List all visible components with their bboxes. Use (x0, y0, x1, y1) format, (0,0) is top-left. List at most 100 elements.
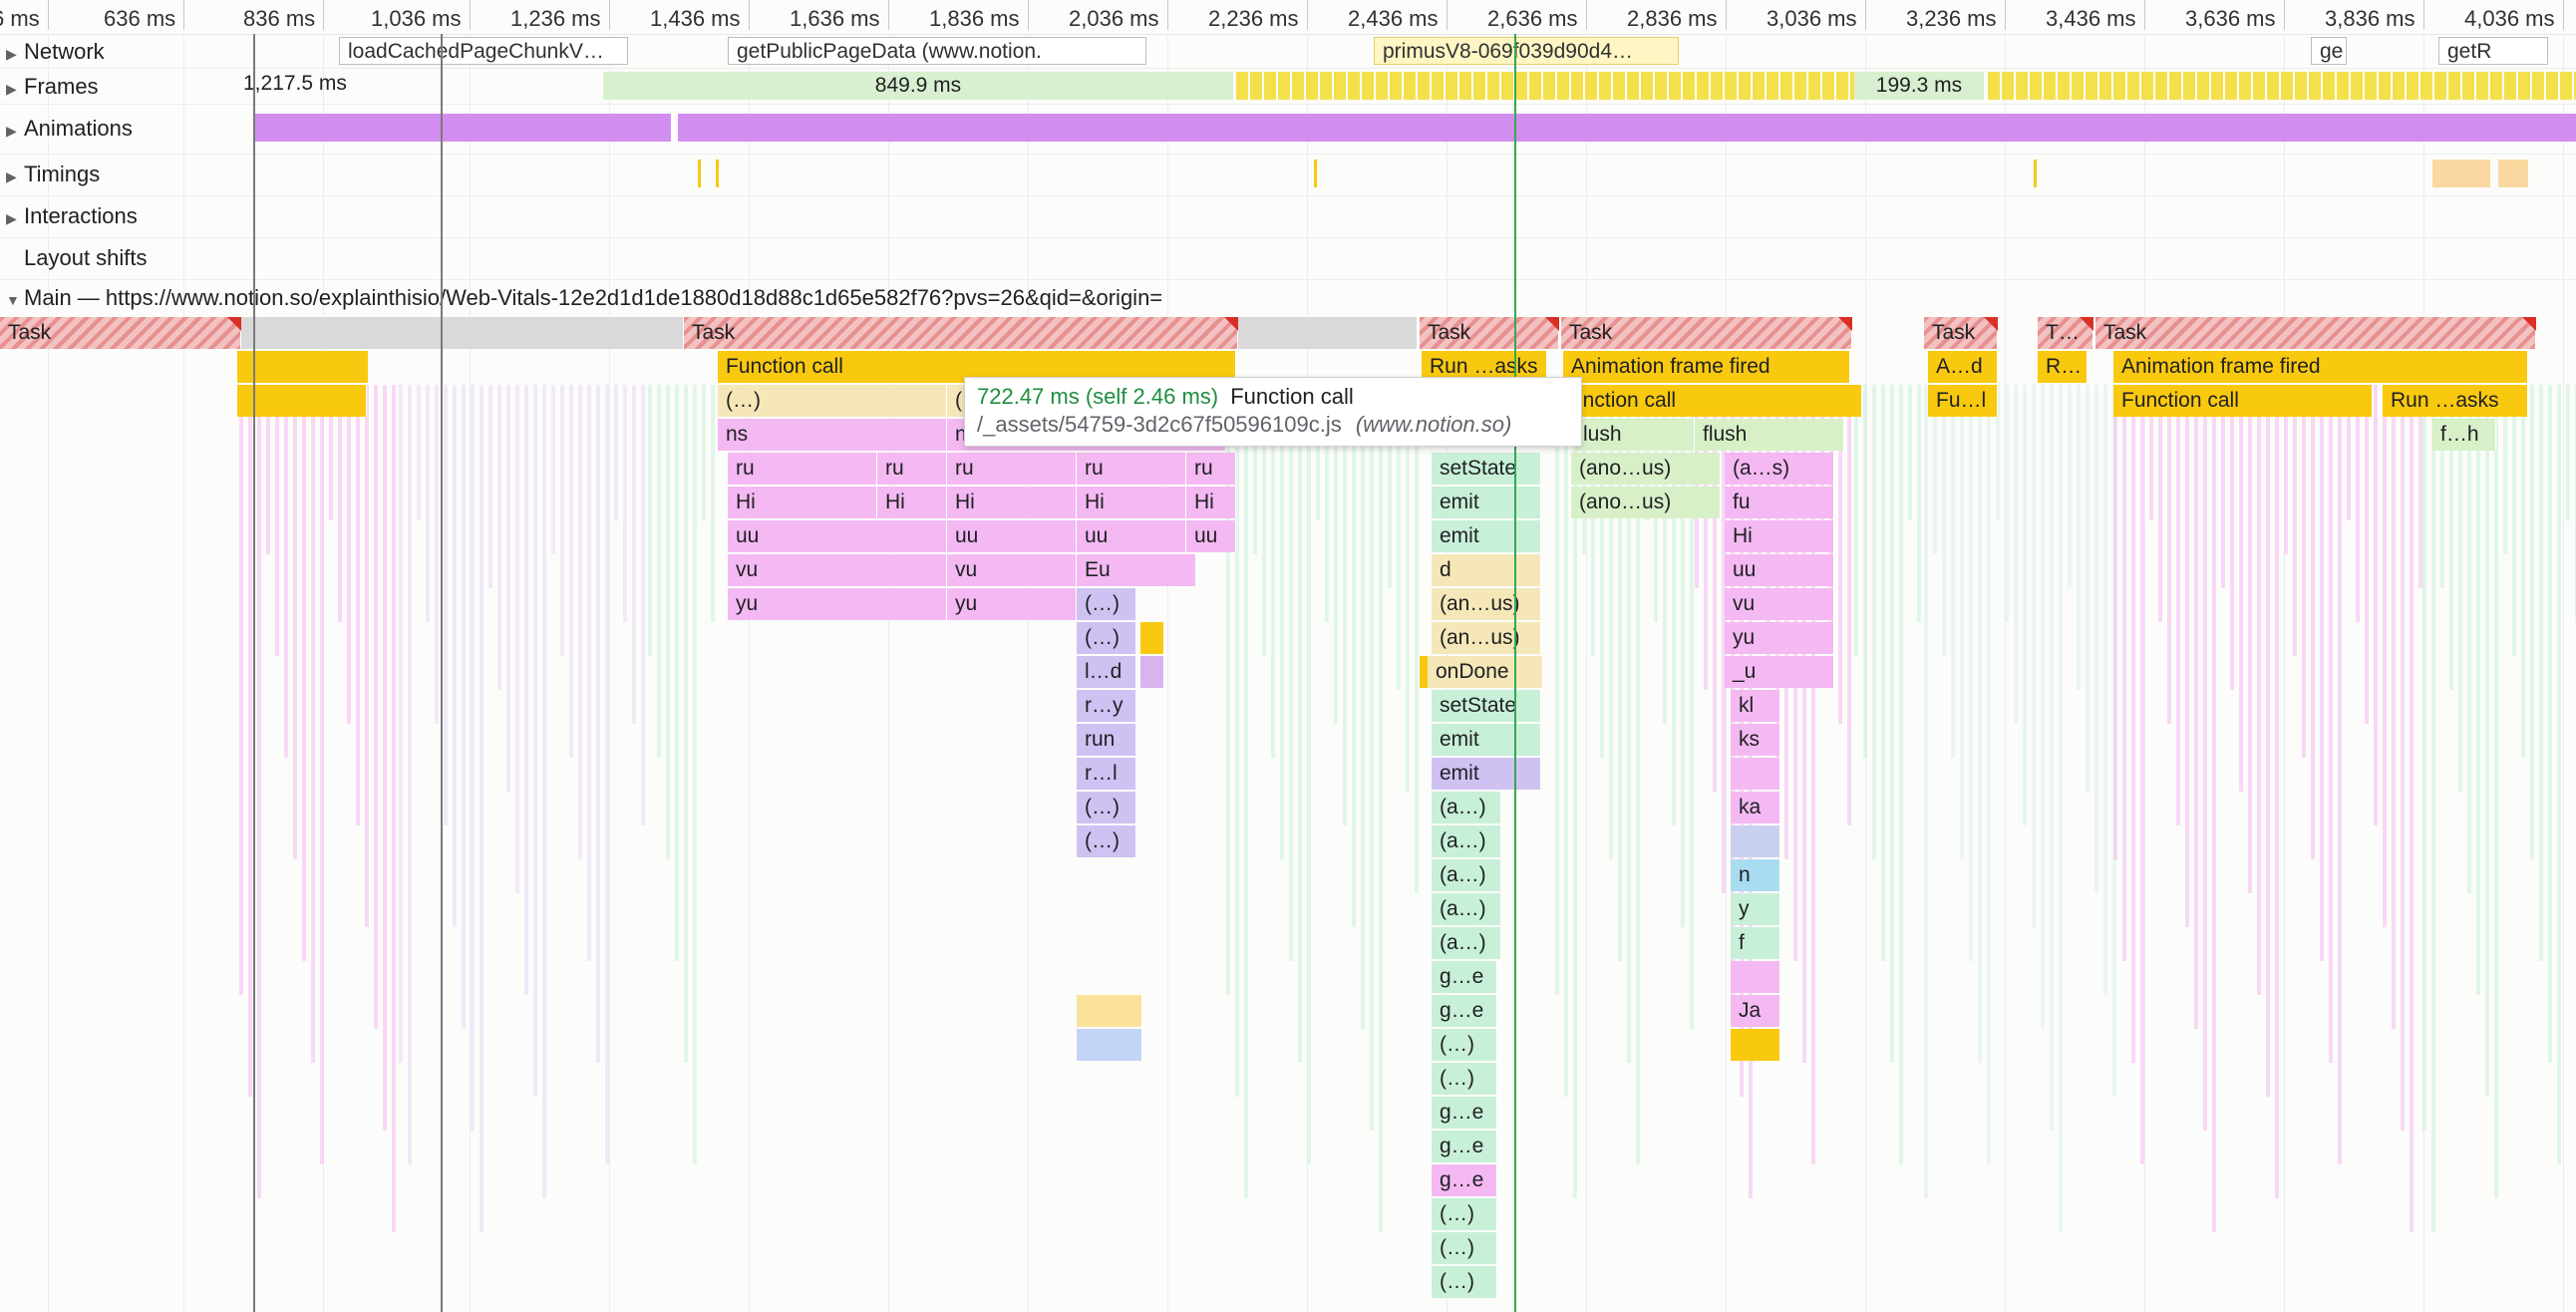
flame-event[interactable] (1140, 622, 1164, 654)
flame-event[interactable]: Task (684, 317, 1238, 349)
expand-caret-icon[interactable]: ▶ (6, 81, 24, 98)
flame-event[interactable]: run (1077, 724, 1136, 756)
flame-event[interactable]: (…) (1432, 1198, 1497, 1230)
flame-event[interactable]: f (1731, 927, 1780, 959)
flame-event[interactable]: emit (1432, 724, 1541, 756)
flame-event[interactable]: uu (1077, 520, 1186, 552)
flame-event[interactable]: Hi (1725, 520, 1834, 552)
flame-event[interactable]: Hi (728, 487, 877, 518)
collapse-caret-icon[interactable]: ▼ (6, 292, 24, 308)
flame-event[interactable]: ru (877, 453, 947, 485)
frame-block[interactable]: 849.9 ms (603, 72, 1233, 100)
flame-event[interactable]: ru (947, 453, 1077, 485)
frame-block[interactable]: 199.3 ms (1854, 72, 1984, 100)
flame-event[interactable]: A…d (1928, 351, 1998, 383)
flame-event[interactable]: (…) (1432, 1232, 1497, 1264)
flame-event[interactable]: Animation frame fired (2113, 351, 2528, 383)
flame-event[interactable]: lush (1575, 419, 1695, 451)
flame-event[interactable]: y (1731, 893, 1780, 925)
flame-event[interactable]: R… (2038, 351, 2088, 383)
flame-event[interactable] (1140, 656, 1164, 688)
network-request-bar[interactable]: getR (2438, 37, 2548, 65)
flame-event[interactable]: uu (1725, 554, 1834, 586)
flame-event[interactable]: ns (718, 419, 947, 451)
flame-event[interactable]: yu (947, 588, 1077, 620)
flame-event[interactable]: vu (947, 554, 1077, 586)
flame-event[interactable]: Task (0, 317, 241, 349)
flame-event[interactable]: Ja (1731, 995, 1780, 1027)
flame-event[interactable]: _u (1725, 656, 1834, 688)
flame-event[interactable]: onDone (1420, 656, 1543, 688)
flame-event[interactable] (237, 385, 367, 417)
frame-stripes[interactable] (1988, 72, 2576, 100)
flame-event[interactable]: unction call (1563, 385, 1862, 417)
flame-event[interactable]: ru (1077, 453, 1186, 485)
flame-event[interactable]: (…) (718, 385, 947, 417)
flame-event[interactable]: n (1731, 859, 1780, 891)
flame-event[interactable]: g…e (1432, 1097, 1497, 1129)
main-flame-chart[interactable]: Task Task Task Task Task T… Task Function call R… (0, 315, 2576, 1312)
flame-event[interactable]: (a…) (1432, 859, 1501, 891)
network-request-bar[interactable]: ge (2311, 37, 2347, 65)
flame-event[interactable]: Fu…l (1928, 385, 1998, 417)
expand-caret-icon[interactable]: ▶ (6, 123, 24, 140)
animations-track-header[interactable]: ▶ Animations (6, 116, 133, 142)
flame-event[interactable]: d (1432, 554, 1541, 586)
expand-caret-icon[interactable]: ▶ (6, 210, 24, 227)
flame-event[interactable]: (a…) (1432, 792, 1501, 823)
animation-bar[interactable] (255, 114, 671, 142)
flame-event[interactable]: r…l (1077, 758, 1136, 790)
flame-event[interactable]: (a…) (1432, 927, 1501, 959)
timing-marker[interactable] (698, 160, 701, 187)
interactions-track[interactable]: ▶ Interactions (0, 195, 2576, 238)
animations-track[interactable]: ▶ Animations (0, 104, 2576, 155)
flame-event[interactable]: Hi (1186, 487, 1236, 518)
flame-event[interactable]: (a…s) (1725, 453, 1834, 485)
flame-event[interactable]: vu (1725, 588, 1834, 620)
flame-event[interactable]: flush (1695, 419, 1844, 451)
flame-event[interactable]: (ano…us) (1571, 487, 1721, 518)
flame-event[interactable]: Function call (2113, 385, 2373, 417)
flame-event[interactable]: g…e (1432, 1164, 1497, 1196)
flame-event[interactable]: (…) (1077, 825, 1136, 857)
flame-event[interactable]: Eu (1077, 554, 1196, 586)
flame-event[interactable]: r…y (1077, 690, 1136, 722)
interactions-track-header[interactable]: ▶ Interactions (6, 203, 138, 229)
layout-shifts-track[interactable]: Layout shifts (0, 237, 2576, 280)
flame-event[interactable]: Hi (947, 487, 1077, 518)
flame-event[interactable] (1731, 961, 1780, 993)
flame-event[interactable]: ka (1731, 792, 1780, 823)
flame-event[interactable]: Task (2095, 317, 2536, 349)
flame-event[interactable]: (a…) (1432, 825, 1501, 857)
network-request-bar[interactable]: getPublicPageData (www.notion. (728, 37, 1146, 65)
network-request-bar[interactable]: primusV8-069f039d90d4… (1374, 37, 1679, 65)
flame-event[interactable] (1731, 1029, 1780, 1061)
timing-marker[interactable] (2034, 160, 2037, 187)
flame-event[interactable]: g…e (1432, 961, 1497, 993)
flame-event[interactable]: setState (1432, 690, 1541, 722)
flame-event[interactable]: ru (728, 453, 877, 485)
frames-track[interactable]: ▶ Frames 1,217.5 ms 849.9 ms 199.3 ms (0, 68, 2576, 105)
flame-event[interactable] (237, 351, 369, 383)
flame-event[interactable]: setState (1432, 453, 1541, 485)
network-request-bar[interactable]: loadCachedPageChunkV… (339, 37, 628, 65)
flame-event[interactable]: kl (1731, 690, 1780, 722)
timings-track-header[interactable]: ▶ Timings (6, 162, 100, 187)
timing-marker[interactable] (2498, 160, 2528, 187)
flame-event[interactable]: (…) (1432, 1063, 1497, 1095)
frame-block[interactable]: 1,217.5 ms (243, 72, 602, 100)
flame-event[interactable]: yu (1725, 622, 1834, 654)
flame-event[interactable]: Task (1420, 317, 1559, 349)
animation-bar[interactable] (678, 114, 2576, 142)
flame-event[interactable] (1238, 317, 1418, 349)
flame-event[interactable]: Hi (1077, 487, 1186, 518)
timing-marker[interactable] (1314, 160, 1317, 187)
flame-event[interactable]: (…) (1432, 1266, 1497, 1298)
flame-event[interactable]: uu (947, 520, 1077, 552)
flame-event[interactable]: ks (1731, 724, 1780, 756)
layout-shifts-track-label[interactable]: Layout shifts (24, 245, 148, 271)
flame-event[interactable] (1731, 825, 1780, 857)
flame-event[interactable]: (…) (1077, 792, 1136, 823)
time-ruler[interactable]: 6 ms 636 ms 836 ms 1,036 ms 1,236 ms 1,436 ms… (0, 0, 2576, 35)
timing-marker[interactable] (2432, 160, 2490, 187)
